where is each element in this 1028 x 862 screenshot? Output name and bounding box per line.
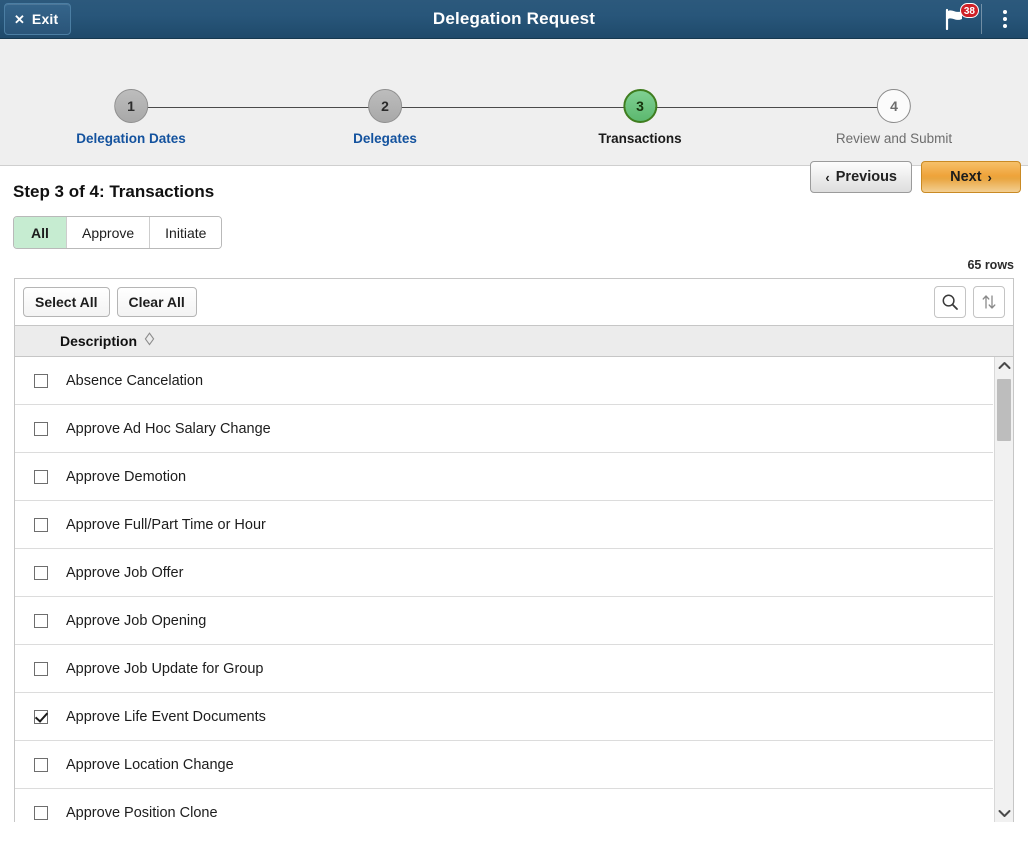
row-label: Approve Position Clone [66,805,218,821]
step-label-1: Delegation Dates [76,131,186,146]
kebab-dot [1003,10,1007,14]
row-label: Approve Job Update for Group [66,661,263,677]
kebab-dot [1003,24,1007,28]
grid-column-header[interactable]: Description [15,326,1013,357]
table-row[interactable]: Approve Job Opening [15,597,993,645]
row-label: Approve Job Opening [66,613,206,629]
row-label: Approve Location Change [66,757,234,773]
table-row[interactable]: Approve Location Change [15,741,993,789]
next-button[interactable]: Next › [921,161,1021,193]
table-row[interactable]: Approve Job Offer [15,549,993,597]
notification-badge: 38 [960,3,979,18]
table-row[interactable]: Approve Full/Part Time or Hour [15,501,993,549]
exit-button-label: Exit [32,11,58,27]
transaction-row-list: Absence Cancelation Approve Ad Hoc Salar… [15,357,993,822]
sort-indicator-icon [144,332,155,351]
row-label: Absence Cancelation [66,373,203,389]
vertical-scrollbar[interactable] [994,357,1013,822]
chevron-down-icon [998,809,1011,818]
kebab-dot [1003,17,1007,21]
row-label: Approve Demotion [66,469,186,485]
chevron-right-icon: › [988,171,992,184]
main-content: Step 3 of 4: Transactions All Approve In… [0,182,1028,822]
row-label: Approve Full/Part Time or Hour [66,517,266,533]
tab-approve[interactable]: Approve [67,217,150,248]
scroll-up-button[interactable] [995,357,1013,374]
step-label-4: Review and Submit [836,131,952,146]
tab-all[interactable]: All [14,217,67,248]
row-checkbox[interactable] [34,374,48,388]
previous-button[interactable]: ‹ Previous [810,161,912,193]
table-row[interactable]: Approve Demotion [15,453,993,501]
step-label-2: Delegates [353,131,417,146]
next-button-label: Next [950,169,981,185]
row-checkbox[interactable] [34,422,48,436]
table-row[interactable]: Approve Ad Hoc Salary Change [15,405,993,453]
scrollbar-thumb[interactable] [997,379,1011,441]
step-progress-bar: 1 Delegation Dates 2 Delegates 3 Transac… [0,39,1028,166]
sort-button[interactable] [973,286,1005,318]
search-button[interactable] [934,286,966,318]
wizard-nav-buttons: ‹ Previous Next › [810,161,1021,193]
chevron-up-icon [998,361,1011,370]
row-checkbox[interactable] [34,518,48,532]
row-checkbox[interactable] [34,662,48,676]
previous-button-label: Previous [836,169,897,185]
row-label: Approve Job Offer [66,565,183,581]
step-item-2[interactable]: 2 Delegates [353,89,417,146]
step-circle-1: 1 [114,89,148,123]
exit-button[interactable]: ✕ Exit [4,3,71,35]
step-circle-2: 2 [368,89,402,123]
chevron-left-icon: ‹ [825,171,829,184]
table-row[interactable]: Absence Cancelation [15,357,993,405]
notifications-button[interactable]: 38 [929,0,981,38]
scroll-down-button[interactable] [995,805,1013,822]
column-header-description: Description [60,333,137,349]
row-label: Approve Ad Hoc Salary Change [66,421,271,437]
step-list: 1 Delegation Dates 2 Delegates 3 Transac… [0,39,1028,119]
transactions-grid: Select All Clear All Description [14,278,1014,822]
row-checkbox[interactable] [34,614,48,628]
row-checkbox[interactable] [34,566,48,580]
grid-toolbar: Select All Clear All [15,279,1013,326]
select-all-button[interactable]: Select All [23,287,110,317]
step-item-4[interactable]: 4 Review and Submit [836,89,952,146]
step-item-3[interactable]: 3 Transactions [598,89,681,146]
transaction-filter-tabs: All Approve Initiate [13,216,222,249]
step-circle-4: 4 [877,89,911,123]
sort-arrows-icon [980,293,998,311]
actions-menu-button[interactable] [982,0,1028,38]
step-circle-3: 3 [623,89,657,123]
close-icon: ✕ [14,13,25,26]
table-row[interactable]: Approve Job Update for Group [15,645,993,693]
grid-body: Absence Cancelation Approve Ad Hoc Salar… [15,357,1013,822]
step-track [131,107,895,108]
table-row[interactable]: Approve Position Clone [15,789,993,822]
row-checkbox[interactable] [34,710,48,724]
clear-all-button[interactable]: Clear All [117,287,197,317]
row-label: Approve Life Event Documents [66,709,266,725]
step-label-3: Transactions [598,131,681,146]
app-header: ✕ Exit Delegation Request 38 [0,0,1028,39]
row-checkbox[interactable] [34,758,48,772]
tab-initiate[interactable]: Initiate [150,217,221,248]
row-checkbox[interactable] [34,470,48,484]
page-header-title: Delegation Request [0,9,1028,29]
search-icon [941,293,959,311]
row-count-label: 65 rows [0,258,1014,272]
header-actions: 38 [929,0,1028,38]
row-checkbox[interactable] [34,806,48,820]
table-row[interactable]: Approve Life Event Documents [15,693,993,741]
step-item-1[interactable]: 1 Delegation Dates [76,89,186,146]
